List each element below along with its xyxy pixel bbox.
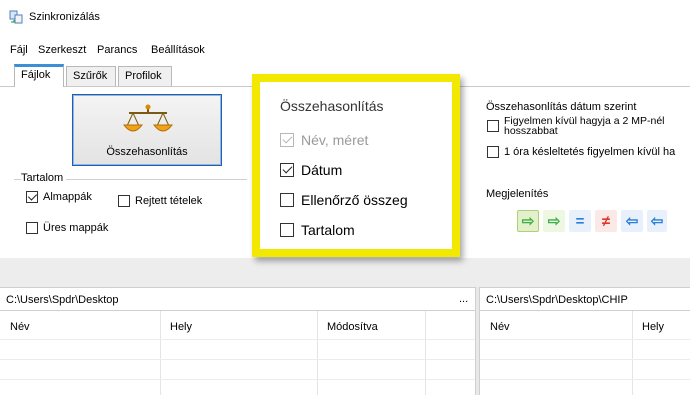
table-row [480, 379, 690, 380]
hidden-items-label: Rejtett tételek [135, 195, 203, 207]
right-col-location[interactable]: Hely [642, 321, 664, 333]
empty-folders-label: Üres mappák [43, 222, 109, 234]
ignore-2s-label: Figyelmen kívül hagyja a 2 MP-nél hossza… [504, 116, 665, 137]
right-path-bar[interactable]: C:\Users\Spdr\Desktop\CHIP [480, 287, 690, 311]
comparison-group-highlight: Összehasonlítás Név, méret Dátum Ellenőr… [252, 74, 460, 257]
name-size-checkbox[interactable]: Név, méret [280, 132, 368, 148]
right-col-name[interactable]: Név [490, 321, 510, 333]
ignore-2s-checkbox[interactable]: Figyelmen kívül hagyja a 2 MP-nél hossza… [487, 116, 665, 136]
sync-app-icon [9, 10, 23, 24]
table-row [0, 339, 475, 340]
checksum-checkbox[interactable]: Ellenőrző összeg [280, 192, 408, 208]
ignore-2s-label-line2: hosszabbat [504, 125, 558, 137]
name-size-label: Név, méret [301, 132, 369, 148]
content-label: Tartalom [301, 222, 355, 238]
display-group-title: Megjelenítés [486, 188, 549, 200]
scales-icon [121, 104, 175, 141]
window-title: Szinkronizálás [29, 11, 100, 23]
content-checkbox[interactable]: Tartalom [280, 222, 355, 238]
title-bar: Szinkronizálás [0, 0, 690, 34]
ignore-2s-checkbox-box[interactable] [487, 120, 499, 132]
menu-edit[interactable]: Szerkeszt [38, 44, 86, 56]
checksum-checkbox-box[interactable] [280, 193, 294, 207]
menu-settings[interactable]: Beállítások [151, 44, 205, 56]
compare-button[interactable]: Összehasonlítás [72, 94, 222, 166]
date-label: Dátum [301, 162, 343, 178]
table-row [480, 359, 690, 360]
left-path-bar[interactable]: C:\Users\Spdr\Desktop [0, 287, 475, 311]
left-col-modified[interactable]: Módosítva [327, 321, 378, 333]
date-group-title: Összehasonlítás dátum szerint [486, 101, 637, 113]
comparison-group-title: Összehasonlítás [280, 98, 384, 114]
left-col-separator[interactable] [425, 311, 426, 395]
left-path-text: C:\Users\Spdr\Desktop [6, 294, 119, 306]
table-row [0, 379, 475, 380]
empty-folders-checkbox-box[interactable] [26, 222, 38, 234]
tab-files[interactable]: Fájlok [14, 64, 64, 87]
ignore-1h-checkbox[interactable]: 1 óra késleltetés figyelmen kívül ha [487, 146, 675, 158]
arrow-left-partial-icon[interactable]: ⇦ [647, 210, 667, 232]
left-col-location[interactable]: Hely [170, 321, 192, 333]
hidden-items-checkbox[interactable]: Rejtett tételek [118, 195, 202, 207]
left-path-more-button[interactable]: ... [459, 293, 468, 305]
date-checkbox-box[interactable] [280, 163, 294, 177]
subfolders-checkbox[interactable]: Almappák [26, 191, 92, 203]
date-checkbox[interactable]: Dátum [280, 162, 342, 178]
ignore-1h-checkbox-box[interactable] [487, 146, 499, 158]
menu-file[interactable]: Fájl [10, 44, 28, 56]
menu-command[interactable]: Parancs [97, 44, 137, 56]
compare-button-label: Összehasonlítás [106, 146, 188, 158]
equal-icon[interactable]: = [569, 210, 591, 232]
tab-filters[interactable]: Szűrők [66, 66, 116, 86]
right-col-separator[interactable] [632, 311, 633, 395]
arrow-left-icon[interactable]: ⇦ [621, 210, 643, 232]
content-checkbox-box[interactable] [280, 223, 294, 237]
left-file-list[interactable]: Név Hely Módosítva [0, 311, 475, 395]
left-col-name[interactable]: Név [10, 321, 30, 333]
checksum-label: Ellenőrző összeg [301, 192, 408, 208]
left-col-separator[interactable] [317, 311, 318, 395]
subfolders-label: Almappák [43, 191, 92, 203]
tab-profiles[interactable]: Profilok [118, 66, 172, 86]
content-group-title: Tartalom [21, 172, 67, 184]
table-row [0, 359, 475, 360]
table-row [480, 339, 690, 340]
copy-right-icon[interactable]: ⇨ [517, 210, 539, 232]
not-equal-icon[interactable]: ≠ [595, 210, 617, 232]
right-file-list[interactable]: Név Hely [480, 311, 690, 395]
right-path-text: C:\Users\Spdr\Desktop\CHIP [486, 294, 628, 306]
name-size-checkbox-box[interactable] [280, 133, 294, 147]
empty-folders-checkbox[interactable]: Üres mappák [26, 222, 108, 234]
ignore-1h-label: 1 óra késleltetés figyelmen kívül ha [504, 146, 676, 158]
subfolders-checkbox-box[interactable] [26, 191, 38, 203]
arrow-right-icon[interactable]: ⇨ [543, 210, 565, 232]
content-group-frame [14, 179, 247, 251]
left-col-separator[interactable] [160, 311, 161, 395]
ribbon-bottom-band [0, 258, 690, 288]
hidden-items-checkbox-box[interactable] [118, 195, 130, 207]
